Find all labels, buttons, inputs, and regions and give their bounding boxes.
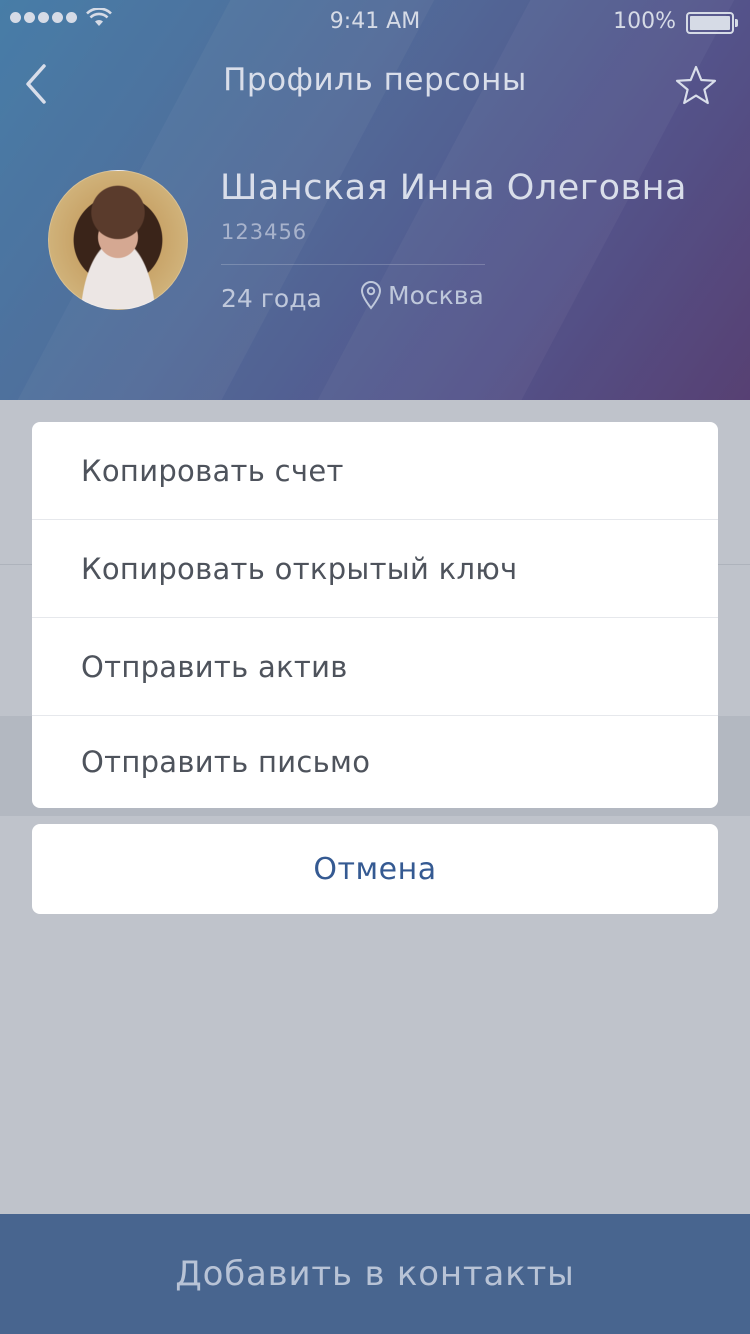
page-title: Профиль персоны (223, 62, 527, 98)
profile-summary: Шанская Инна Олеговна 123456 24 года Мос… (0, 160, 750, 340)
action-copy-account[interactable]: Копировать счет (32, 422, 718, 520)
cancel-button[interactable]: Отмена (32, 824, 718, 914)
action-send-message[interactable]: Отправить письмо (32, 716, 718, 808)
map-pin-icon (360, 281, 382, 310)
person-location: Москва (360, 280, 484, 310)
person-city: Москва (388, 280, 484, 310)
navigation-bar: Профиль персоны (0, 44, 750, 124)
avatar (48, 170, 188, 310)
person-age: 24 года (221, 284, 322, 313)
person-name: Шанская Инна Олеговна (220, 168, 688, 208)
action-copy-public-key[interactable]: Копировать открытый ключ (32, 520, 718, 618)
battery-icon (686, 12, 738, 34)
add-to-contacts-button[interactable]: Добавить в контакты (0, 1214, 750, 1334)
favorite-button[interactable] (674, 64, 718, 108)
battery-percent: 100% (613, 9, 676, 34)
person-id: 123456 (221, 220, 308, 244)
star-outline-icon (675, 65, 717, 105)
status-bar: 9:41 AM 100% (0, 0, 750, 44)
battery-fill (690, 16, 730, 30)
action-send-asset[interactable]: Отправить актив (32, 618, 718, 716)
profile-divider (221, 264, 485, 265)
action-sheet: Копировать счет Копировать открытый ключ… (32, 422, 718, 808)
